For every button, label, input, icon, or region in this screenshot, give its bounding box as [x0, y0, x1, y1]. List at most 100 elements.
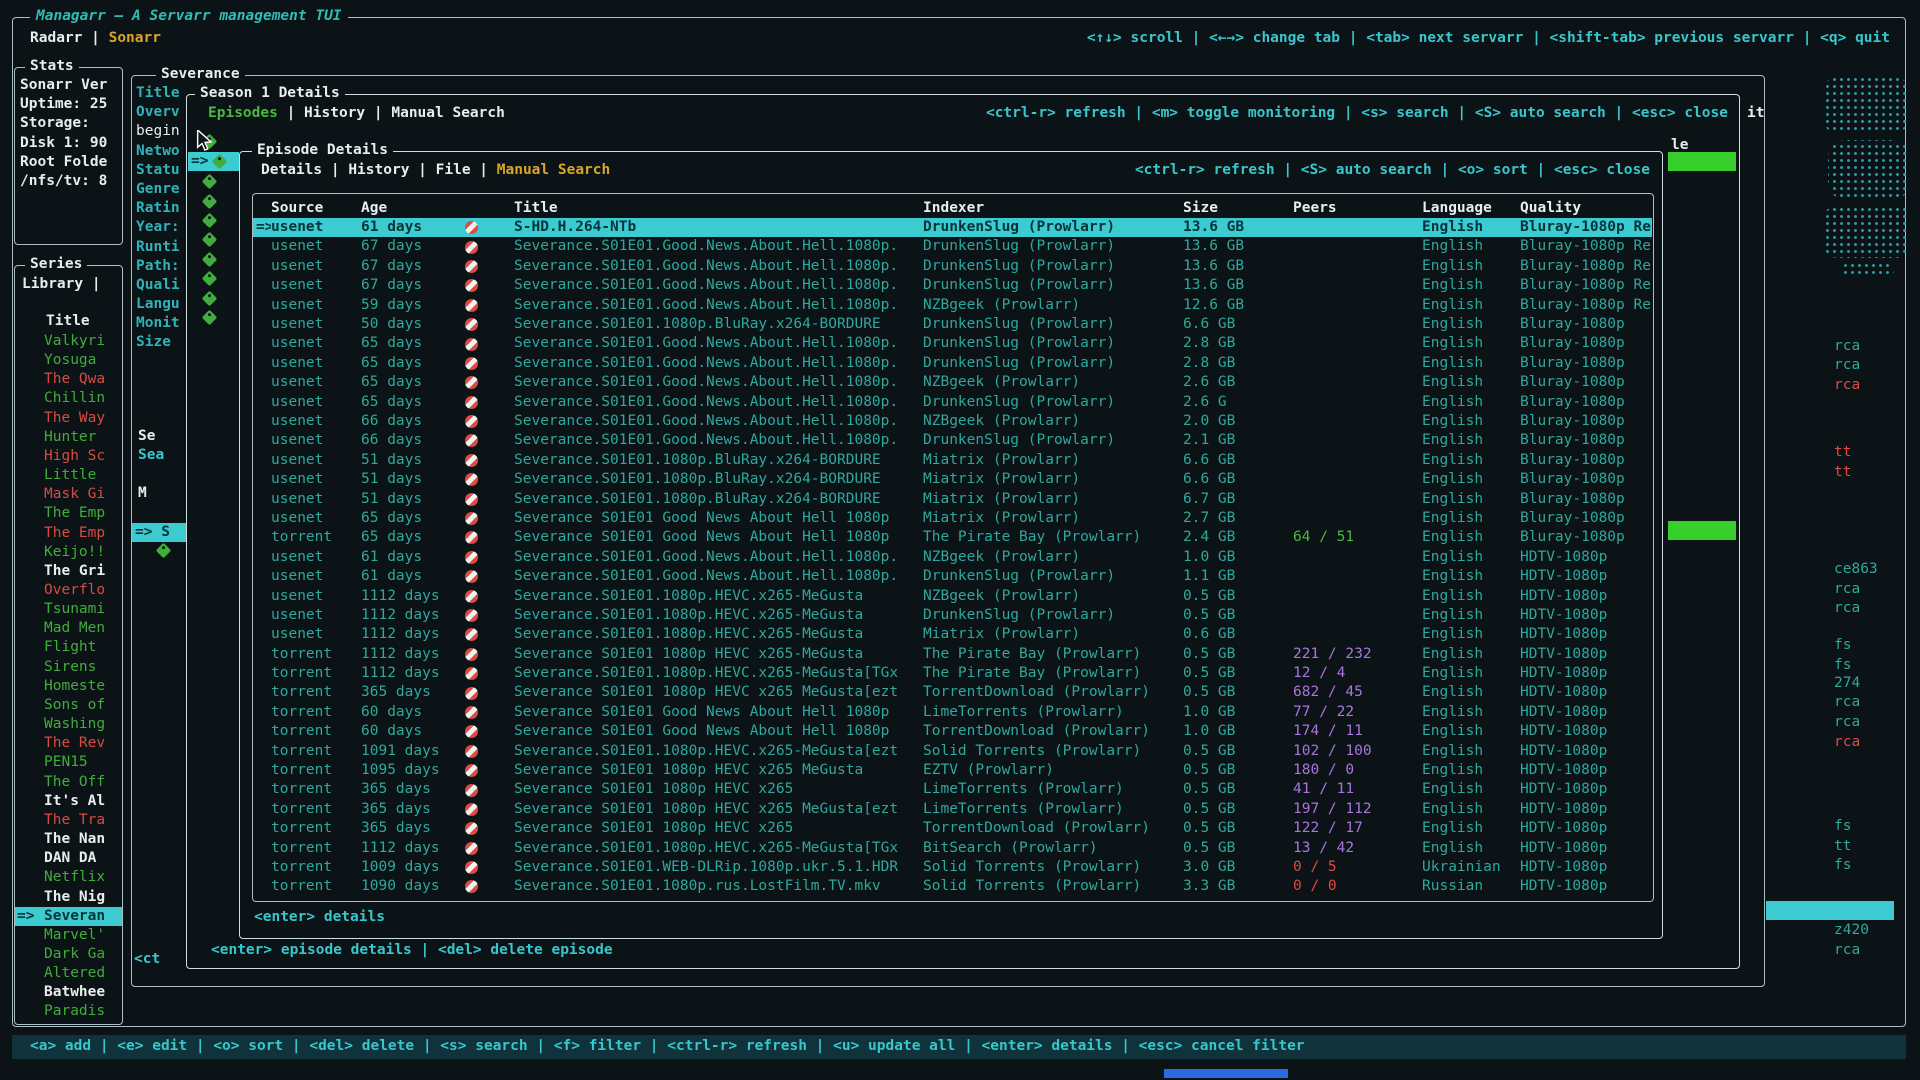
release-row[interactable]: usenet65 daysSeverance S01E01 Good News … [253, 509, 1652, 528]
release-row[interactable]: torrent1112 daysSeverance.S01E01.1080p.H… [253, 664, 1652, 683]
episode-row-fragment[interactable] [204, 288, 215, 307]
tab-details[interactable]: Details [261, 162, 322, 178]
episode-row-fragment[interactable] [204, 172, 215, 191]
selected-episode-row-fragment[interactable]: => [188, 152, 239, 171]
series-row[interactable]: Altered [15, 964, 122, 983]
release-row[interactable]: usenet1112 daysSeverance.S01E01.1080p.HE… [253, 606, 1652, 625]
series-row[interactable]: Keijo!! [15, 543, 122, 562]
release-row[interactable]: torrent365 daysSeverance S01E01 1080p HE… [253, 800, 1652, 819]
series-row[interactable]: Mad Men [15, 619, 122, 638]
series-row[interactable]: Sons of [15, 696, 122, 715]
release-row[interactable]: usenet66 daysSeverance.S01E01.Good.News.… [253, 412, 1652, 431]
release-row[interactable]: usenet65 daysSeverance.S01E01.Good.News.… [253, 354, 1652, 373]
episode-row-fragment[interactable] [204, 191, 215, 210]
release-indexer: LimeTorrents (Prowlarr) [923, 703, 1183, 722]
release-row[interactable]: usenet61 daysSeverance.S01E01.Good.News.… [253, 548, 1652, 567]
release-row[interactable]: usenet1112 daysSeverance.S01E01.1080p.HE… [253, 586, 1652, 605]
episode-row-fragment[interactable] [204, 308, 215, 327]
series-row[interactable]: The Way [15, 409, 122, 428]
release-row[interactable]: torrent60 daysSeverance S01E01 Good News… [253, 703, 1652, 722]
release-row[interactable]: torrent1112 daysSeverance S01E01 1080p H… [253, 645, 1652, 664]
tab-manual-search[interactable]: Manual Search [497, 162, 611, 178]
series-row[interactable]: Batwhee [15, 983, 122, 1002]
series-row[interactable]: => Severan [15, 907, 122, 926]
series-row[interactable]: Chillin [15, 389, 122, 408]
series-row[interactable]: High Sc [15, 447, 122, 466]
release-row[interactable]: usenet67 daysSeverance.S01E01.Good.News.… [253, 257, 1652, 276]
release-row[interactable]: usenet50 daysSeverance.S01E01.1080p.BluR… [253, 315, 1652, 334]
series-row[interactable]: Sirens [15, 658, 122, 677]
release-row[interactable]: torrent1095 daysSeverance S01E01 1080p H… [253, 761, 1652, 780]
series-row[interactable]: Overflo [15, 581, 122, 600]
series-row[interactable]: The Nig [15, 888, 122, 907]
tab-library[interactable]: Library | [22, 275, 101, 294]
episode-row-fragment[interactable] [204, 230, 215, 249]
tab-sonarr[interactable]: Sonarr [109, 30, 161, 46]
release-row[interactable]: usenet67 daysSeverance.S01E01.Good.News.… [253, 237, 1652, 256]
series-title: Washing [44, 715, 105, 734]
tab-radarr[interactable]: Radarr [30, 30, 82, 46]
release-row[interactable]: torrent365 daysSeverance S01E01 1080p HE… [253, 819, 1652, 838]
series-row[interactable]: The Rev [15, 734, 122, 753]
tab-history[interactable]: History [304, 105, 365, 121]
series-row[interactable]: Marvel' [15, 926, 122, 945]
series-row[interactable]: Mask Gi [15, 485, 122, 504]
release-row[interactable]: usenet1112 daysSeverance.S01E01.1080p.HE… [253, 625, 1652, 644]
release-row[interactable]: usenet67 daysSeverance.S01E01.Good.News.… [253, 276, 1652, 295]
tab-manual-search[interactable]: Manual Search [391, 105, 505, 121]
episode-row-fragment[interactable] [204, 211, 215, 230]
series-row[interactable]: Yosuga [15, 351, 122, 370]
series-row[interactable]: Flight [15, 639, 122, 658]
release-row[interactable]: usenet51 daysSeverance.S01E01.1080p.BluR… [253, 470, 1652, 489]
release-row[interactable]: usenet59 daysSeverance.S01E01.Good.News.… [253, 296, 1652, 315]
release-row[interactable]: torrent65 daysSeverance S01E01 Good News… [253, 528, 1652, 547]
release-row[interactable]: usenet65 daysSeverance.S01E01.Good.News.… [253, 373, 1652, 392]
release-row[interactable]: =>usenet61 daysS-HD.H.264-NTbDrunkenSlug… [253, 218, 1652, 237]
series-row[interactable]: The Tra [15, 811, 122, 830]
release-source: torrent [271, 528, 361, 547]
release-row[interactable]: torrent1090 daysSeverance.S01E01.1080p.r… [253, 877, 1652, 896]
series-row[interactable]: The Gri [15, 562, 122, 581]
tab-history[interactable]: History [348, 162, 409, 178]
flag-cell [465, 221, 514, 234]
field-label: Runti [136, 238, 184, 257]
release-row[interactable]: usenet65 daysSeverance.S01E01.Good.News.… [253, 334, 1652, 353]
series-row[interactable]: Tsunami [15, 600, 122, 619]
release-row[interactable]: torrent365 daysSeverance S01E01 1080p HE… [253, 683, 1652, 702]
series-row[interactable]: Washing [15, 715, 122, 734]
release-row[interactable]: torrent365 daysSeverance S01E01 1080p HE… [253, 780, 1652, 799]
series-row[interactable]: The Emp [15, 524, 122, 543]
series-row[interactable]: Hunter [15, 428, 122, 447]
episode-row-fragment[interactable] [204, 250, 215, 269]
series-row[interactable]: Netflix [15, 868, 122, 887]
release-row[interactable]: usenet61 daysSeverance.S01E01.Good.News.… [253, 567, 1652, 586]
series-title: Dark Ga [44, 945, 105, 964]
release-row[interactable]: torrent1009 daysSeverance.S01E01.WEB-DLR… [253, 858, 1652, 877]
series-row[interactable]: The Emp [15, 504, 122, 523]
series-row[interactable]: DAN DA [15, 849, 122, 868]
episode-row-fragment[interactable] [204, 269, 215, 288]
release-row[interactable]: usenet51 daysSeverance.S01E01.1080p.BluR… [253, 451, 1652, 470]
release-row[interactable]: torrent1091 daysSeverance.S01E01.1080p.H… [253, 742, 1652, 761]
series-row[interactable]: The Qwa [15, 370, 122, 389]
flag-cell [465, 493, 514, 506]
release-row[interactable]: usenet66 daysSeverance.S01E01.Good.News.… [253, 431, 1652, 450]
tab-episodes[interactable]: Episodes [208, 105, 278, 121]
release-indexer: NZBgeek (Prowlarr) [923, 296, 1183, 315]
series-row[interactable]: Little [15, 466, 122, 485]
series-row[interactable]: It's Al [15, 792, 122, 811]
series-row[interactable]: PEN15 [15, 753, 122, 772]
selected-season-row-fragment[interactable]: => S [132, 523, 190, 542]
release-row[interactable]: usenet51 daysSeverance.S01E01.1080p.BluR… [253, 489, 1652, 508]
rejected-icon [465, 260, 478, 273]
series-row[interactable]: Homeste [15, 677, 122, 696]
series-row[interactable]: The Off [15, 773, 122, 792]
release-row[interactable]: usenet65 daysSeverance.S01E01.Good.News.… [253, 393, 1652, 412]
series-row[interactable]: The Nan [15, 830, 122, 849]
series-row[interactable]: Valkyri [15, 332, 122, 351]
series-row[interactable]: Paradis [15, 1002, 122, 1021]
tab-file[interactable]: File [436, 162, 471, 178]
series-row[interactable]: Dark Ga [15, 945, 122, 964]
release-row[interactable]: torrent60 daysSeverance S01E01 Good News… [253, 722, 1652, 741]
release-row[interactable]: torrent1112 daysSeverance.S01E01.1080p.H… [253, 839, 1652, 858]
